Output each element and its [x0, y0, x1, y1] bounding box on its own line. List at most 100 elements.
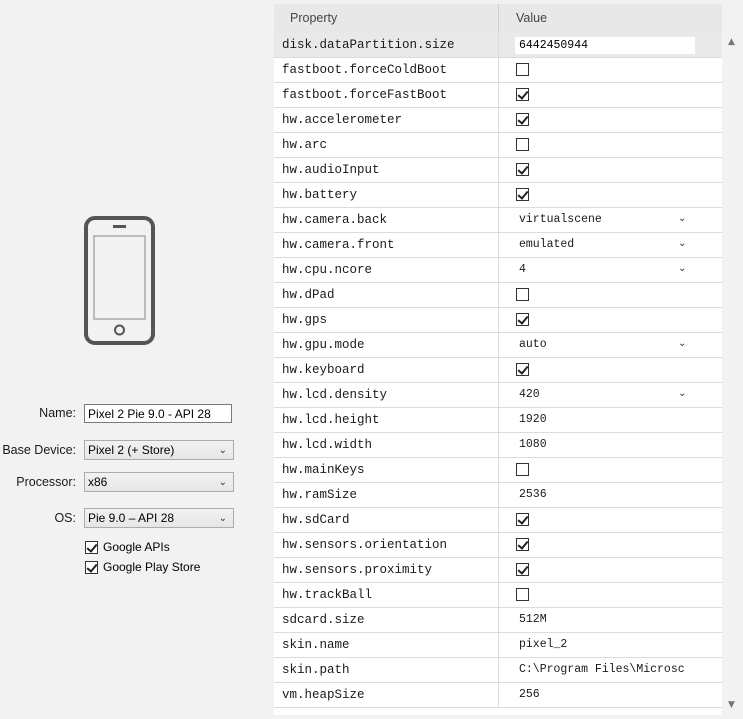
- column-header-property[interactable]: Property: [290, 11, 337, 25]
- table-row[interactable]: hw.trackBall: [274, 583, 722, 608]
- property-name: hw.audioInput: [282, 163, 380, 177]
- cell-divider: [498, 83, 499, 107]
- google-apis-option[interactable]: Google APIs: [85, 539, 170, 555]
- value-checkbox[interactable]: [516, 513, 529, 526]
- value-checkbox[interactable]: [516, 288, 529, 301]
- table-row[interactable]: hw.lcd.density 420 ⌄: [274, 383, 722, 408]
- value-text[interactable]: 2536: [519, 488, 689, 501]
- column-divider[interactable]: [498, 4, 499, 33]
- table-row[interactable]: hw.accelerometer: [274, 108, 722, 133]
- cell-divider: [498, 33, 499, 57]
- device-settings-panel: Name: Pixel 2 Pie 9.0 - API 28 Base Devi…: [0, 0, 274, 719]
- value-text[interactable]: 1920: [519, 413, 689, 426]
- table-row[interactable]: sdcard.size 512M: [274, 608, 722, 633]
- base-device-select[interactable]: Pixel 2 (+ Store) ⌄: [84, 440, 234, 460]
- table-row[interactable]: hw.lcd.width 1080: [274, 433, 722, 458]
- property-name: hw.lcd.width: [282, 438, 373, 452]
- chevron-down-icon[interactable]: ⌄: [678, 238, 686, 249]
- table-row[interactable]: hw.gpu.mode auto ⌄: [274, 333, 722, 358]
- chevron-down-icon[interactable]: ⌄: [678, 338, 686, 349]
- property-name: hw.sensors.proximity: [282, 563, 433, 577]
- value-dropdown[interactable]: 4: [519, 263, 689, 276]
- value-checkbox[interactable]: [516, 138, 529, 151]
- value-dropdown[interactable]: virtualscene: [519, 213, 689, 226]
- value-text[interactable]: C:\Program Files\Microsc: [519, 663, 689, 676]
- value-dropdown[interactable]: 420: [519, 388, 689, 401]
- table-row[interactable]: hw.sdCard: [274, 508, 722, 533]
- value-dropdown[interactable]: auto: [519, 338, 689, 351]
- cell-divider: [498, 183, 499, 207]
- table-row[interactable]: hw.dPad: [274, 283, 722, 308]
- property-name: fastboot.forceColdBoot: [282, 63, 448, 77]
- table-row[interactable]: hw.sensors.proximity: [274, 558, 722, 583]
- table-row[interactable]: hw.lcd.height 1920: [274, 408, 722, 433]
- value-text[interactable]: 1080: [519, 438, 689, 451]
- table-row[interactable]: hw.cpu.ncore 4 ⌄: [274, 258, 722, 283]
- cell-divider: [498, 358, 499, 382]
- property-name: hw.lcd.density: [282, 388, 388, 402]
- base-device-label: Base Device:: [2, 443, 76, 457]
- table-row[interactable]: vm.heapSize 256: [274, 683, 722, 708]
- table-row[interactable]: disk.dataPartition.size 6442450944: [274, 33, 722, 58]
- table-row[interactable]: fastboot.forceColdBoot: [274, 58, 722, 83]
- table-row[interactable]: hw.gps: [274, 308, 722, 333]
- value-dropdown[interactable]: emulated: [519, 238, 689, 251]
- processor-select[interactable]: x86 ⌄: [84, 472, 234, 492]
- scroll-down-icon[interactable]: ▼: [728, 700, 735, 710]
- chevron-down-icon[interactable]: ⌄: [678, 263, 686, 274]
- table-row[interactable]: skin.path C:\Program Files\Microsc: [274, 658, 722, 683]
- property-name: hw.battery: [282, 188, 358, 202]
- base-device-value: Pixel 2 (+ Store): [88, 443, 175, 457]
- vertical-scrollbar[interactable]: ▲ ▼: [722, 4, 743, 715]
- table-row[interactable]: hw.mainKeys: [274, 458, 722, 483]
- property-name: hw.sensors.orientation: [282, 538, 448, 552]
- table-row[interactable]: hw.camera.front emulated ⌄: [274, 233, 722, 258]
- table-row[interactable]: hw.audioInput: [274, 158, 722, 183]
- value-checkbox[interactable]: [516, 463, 529, 476]
- cell-divider: [498, 633, 499, 657]
- cell-divider: [498, 508, 499, 532]
- google-play-checkbox[interactable]: [85, 560, 98, 574]
- scroll-up-icon[interactable]: ▲: [728, 37, 735, 47]
- value-checkbox[interactable]: [516, 113, 529, 126]
- table-row[interactable]: hw.ramSize 2536: [274, 483, 722, 508]
- value-checkbox[interactable]: [516, 63, 529, 76]
- value-checkbox[interactable]: [516, 588, 529, 601]
- property-name: skin.path: [282, 663, 350, 677]
- table-row[interactable]: hw.sensors.orientation: [274, 533, 722, 558]
- property-name: hw.lcd.height: [282, 413, 380, 427]
- os-select[interactable]: Pie 9.0 – API 28 ⌄: [84, 508, 234, 528]
- cell-divider: [498, 658, 499, 682]
- value-text[interactable]: 256: [519, 688, 689, 701]
- os-value: Pie 9.0 – API 28: [88, 511, 175, 525]
- cell-divider: [498, 683, 499, 707]
- google-play-option[interactable]: Google Play Store: [85, 559, 200, 575]
- google-apis-checkbox[interactable]: [85, 540, 98, 554]
- value-text[interactable]: 512M: [519, 613, 689, 626]
- table-row[interactable]: hw.keyboard: [274, 358, 722, 383]
- table-row[interactable]: hw.camera.back virtualscene ⌄: [274, 208, 722, 233]
- table-row[interactable]: skin.name pixel_2: [274, 633, 722, 658]
- value-checkbox[interactable]: [516, 313, 529, 326]
- chevron-down-icon[interactable]: ⌄: [678, 388, 686, 399]
- value-checkbox[interactable]: [516, 363, 529, 376]
- table-row[interactable]: fastboot.forceFastBoot: [274, 83, 722, 108]
- property-name: hw.keyboard: [282, 363, 365, 377]
- value-checkbox[interactable]: [516, 538, 529, 551]
- cell-divider: [498, 533, 499, 557]
- value-checkbox[interactable]: [516, 563, 529, 576]
- value-checkbox[interactable]: [516, 88, 529, 101]
- column-header-value[interactable]: Value: [516, 11, 547, 25]
- chevron-down-icon: ⌄: [218, 513, 227, 524]
- table-row[interactable]: hw.battery: [274, 183, 722, 208]
- cell-divider: [498, 608, 499, 632]
- chevron-down-icon[interactable]: ⌄: [678, 213, 686, 224]
- value-checkbox[interactable]: [516, 163, 529, 176]
- value-checkbox[interactable]: [516, 188, 529, 201]
- name-input[interactable]: Pixel 2 Pie 9.0 - API 28: [84, 404, 232, 423]
- chevron-down-icon: ⌄: [218, 477, 227, 488]
- property-name: hw.accelerometer: [282, 113, 403, 127]
- value-text[interactable]: pixel_2: [519, 638, 689, 651]
- table-row[interactable]: hw.arc: [274, 133, 722, 158]
- value-input[interactable]: 6442450944: [515, 37, 695, 54]
